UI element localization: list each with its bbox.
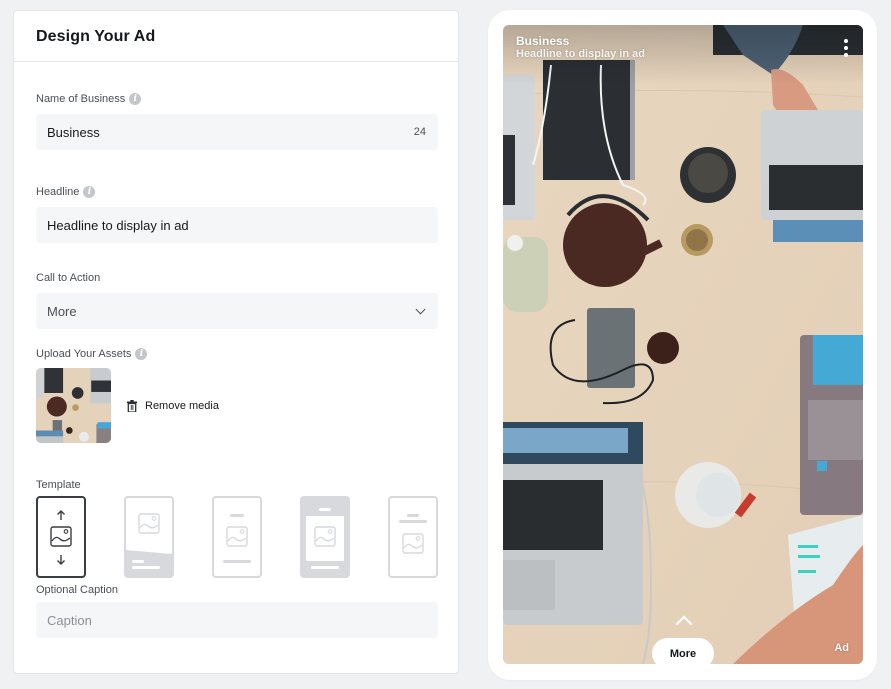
headline-value: Headline to display in ad bbox=[47, 217, 189, 233]
upload-assets-label: Upload Your Assets bbox=[36, 348, 132, 360]
image-icon bbox=[399, 514, 427, 554]
template-field: Template bbox=[36, 477, 438, 578]
template-option-bottom-panel[interactable] bbox=[124, 496, 174, 578]
call-to-action-value: More bbox=[47, 303, 77, 319]
headline-input[interactable]: Headline to display in ad bbox=[36, 207, 438, 243]
preview-business-name: Business bbox=[516, 34, 570, 48]
info-icon[interactable]: i bbox=[83, 186, 96, 198]
panel-header: Design Your Ad bbox=[14, 11, 458, 62]
template-option-framed[interactable] bbox=[300, 496, 350, 578]
template-label: Template bbox=[36, 479, 81, 491]
asset-thumbnail[interactable] bbox=[36, 368, 111, 443]
business-name-value: Business bbox=[47, 124, 100, 140]
image-icon bbox=[306, 508, 344, 569]
image-icon bbox=[223, 514, 251, 563]
headline-field: Headline i Headline to display in ad bbox=[36, 184, 438, 243]
template-option-full-bleed[interactable] bbox=[36, 496, 86, 578]
remove-media-button[interactable]: Remove media bbox=[127, 399, 219, 413]
chevron-down-icon bbox=[415, 304, 426, 314]
business-name-field: Name of Business i Business 24 bbox=[36, 91, 438, 150]
headline-label: Headline bbox=[36, 186, 80, 198]
preview-cta-button[interactable]: More bbox=[652, 638, 714, 664]
business-name-label: Name of Business bbox=[36, 93, 126, 105]
caption-field: Optional Caption Caption bbox=[36, 582, 438, 638]
info-icon[interactable]: i bbox=[129, 93, 142, 105]
image-icon bbox=[50, 510, 72, 565]
business-name-input[interactable]: Business 24 bbox=[36, 114, 438, 150]
template-option-header[interactable] bbox=[388, 496, 438, 578]
char-counter: 24 bbox=[413, 126, 426, 138]
remove-media-label: Remove media bbox=[145, 399, 219, 412]
call-to-action-field: Call to Action More bbox=[36, 270, 438, 329]
call-to-action-select[interactable]: More bbox=[36, 293, 438, 329]
call-to-action-label: Call to Action bbox=[36, 272, 101, 284]
info-icon[interactable]: i bbox=[135, 348, 148, 360]
ad-preview-media: Business Headline to display in ad More … bbox=[503, 25, 863, 664]
template-options bbox=[36, 496, 438, 578]
desk-photo bbox=[503, 25, 863, 664]
page-title: Design Your Ad bbox=[36, 28, 156, 45]
upload-assets-field: Upload Your Assets i Remove media bbox=[36, 346, 438, 443]
caption-label: Optional Caption bbox=[36, 584, 118, 596]
caption-input[interactable]: Caption bbox=[36, 602, 438, 638]
caption-placeholder: Caption bbox=[47, 612, 92, 628]
desk-photo-thumbnail bbox=[36, 368, 111, 443]
template-option-centered[interactable] bbox=[212, 496, 262, 578]
preview-headline: Headline to display in ad bbox=[516, 48, 645, 60]
kebab-menu-icon[interactable] bbox=[843, 39, 849, 57]
ad-preview-frame: Business Headline to display in ad More … bbox=[488, 10, 877, 680]
image-icon bbox=[126, 513, 172, 576]
design-ad-panel: Design Your Ad Name of Business i Busine… bbox=[13, 10, 459, 674]
ad-badge: Ad bbox=[834, 642, 849, 654]
trash-icon bbox=[127, 399, 137, 413]
